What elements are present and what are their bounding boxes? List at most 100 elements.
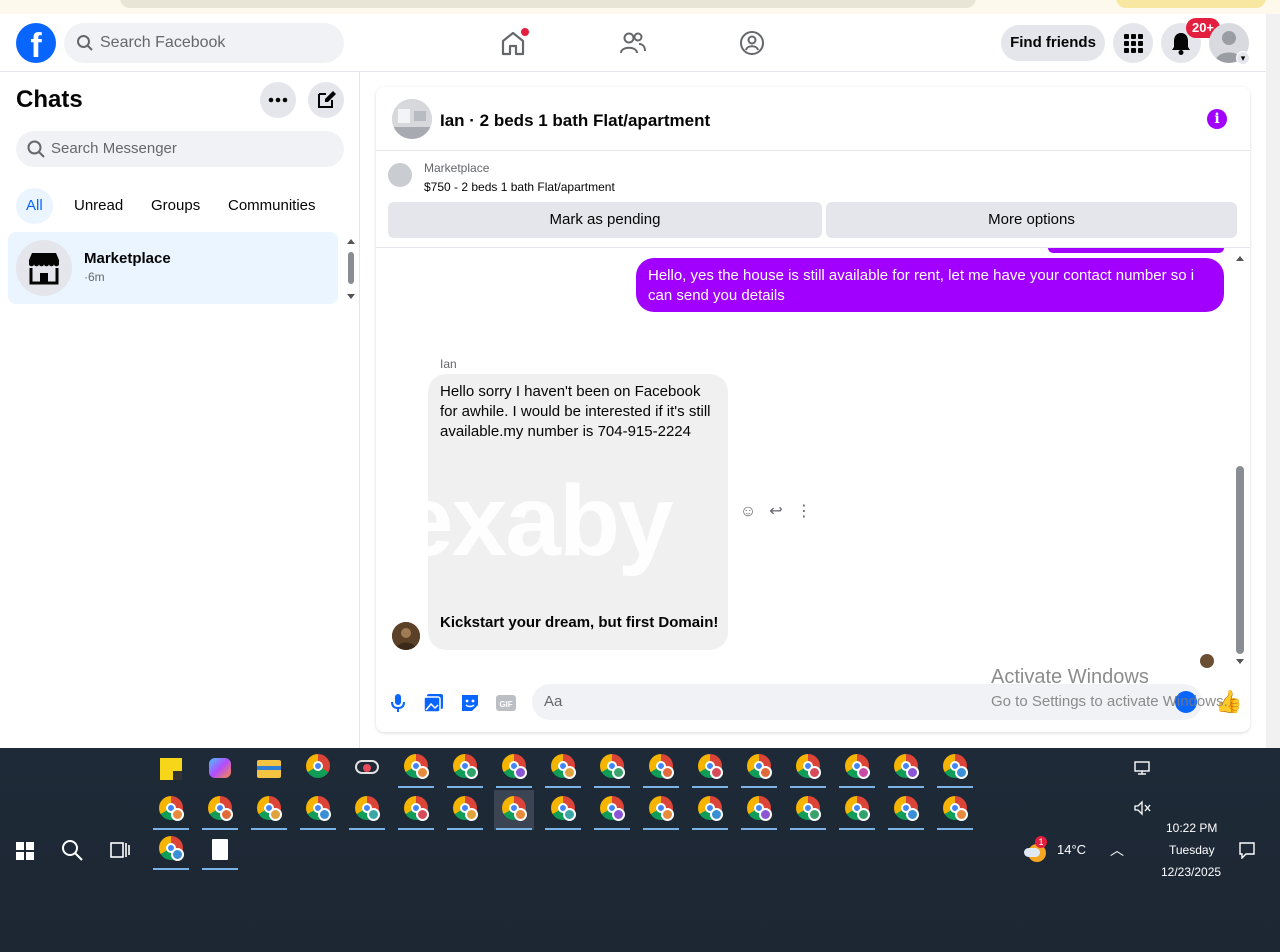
incoming-message-text: Hello sorry I haven't been on Facebook f… xyxy=(440,383,711,440)
chrome-icon xyxy=(159,796,184,821)
sender-avatar[interactable] xyxy=(392,622,420,650)
chrome-icon xyxy=(355,796,380,821)
clock-day[interactable]: Tuesday xyxy=(1169,843,1215,857)
sticker-icon[interactable] xyxy=(458,691,482,715)
sticky-notes-app[interactable] xyxy=(151,748,191,788)
weather-widget[interactable]: 1 xyxy=(1024,836,1048,862)
outgoing-message[interactable]: Hello, yes the house is still available … xyxy=(636,258,1224,312)
notification-center-icon[interactable] xyxy=(1238,841,1256,859)
gif-icon[interactable]: GIF xyxy=(494,691,518,715)
listing-thumbnail[interactable] xyxy=(392,99,432,139)
conversation-scrollbar[interactable] xyxy=(1233,248,1247,673)
chats-options-button[interactable] xyxy=(260,82,296,118)
conversation-title[interactable]: Ian · 2 beds 1 bath Flat/apartment xyxy=(440,111,710,131)
chrome-profile-window[interactable] xyxy=(298,790,338,830)
sidebar-scrollbar[interactable] xyxy=(344,234,358,304)
chrome-profile-window[interactable] xyxy=(739,790,779,830)
chrome-profile-window[interactable] xyxy=(249,790,289,830)
incoming-message[interactable]: Hello sorry I haven't been on Facebook f… xyxy=(428,374,728,650)
more-horizontal-icon xyxy=(268,97,288,103)
conversation-header: Ian · 2 beds 1 bath Flat/apartment i xyxy=(376,87,1250,151)
mark-as-pending-button[interactable]: Mark as pending xyxy=(388,202,822,238)
friends-icon[interactable] xyxy=(618,28,648,58)
facebook-logo-icon[interactable]: f xyxy=(16,23,56,63)
chrome-profile-window[interactable] xyxy=(494,748,534,788)
volume-muted-icon[interactable] xyxy=(1133,800,1151,816)
chrome-profile-window[interactable] xyxy=(543,790,583,830)
copilot-app[interactable] xyxy=(200,748,240,788)
chrome-icon xyxy=(404,754,429,779)
photo-icon[interactable] xyxy=(422,691,446,715)
chrome-profile-window[interactable] xyxy=(641,790,681,830)
clock-date[interactable]: 12/23/2025 xyxy=(1161,865,1221,879)
search-messenger-placeholder: Search Messenger xyxy=(51,140,177,157)
chrome-profile-window[interactable] xyxy=(690,790,730,830)
filter-unread[interactable]: Unread xyxy=(74,188,123,224)
chat-name: Marketplace xyxy=(84,250,171,267)
microphone-icon[interactable] xyxy=(386,691,410,715)
chrome-profile-window[interactable] xyxy=(494,790,534,830)
more-options-button[interactable]: More options xyxy=(826,202,1237,238)
chrome-icon xyxy=(845,796,870,821)
chrome-window[interactable] xyxy=(151,830,191,870)
chevron-down-icon[interactable]: ▾ xyxy=(1236,51,1250,65)
page-scrollbar[interactable] xyxy=(1266,14,1280,748)
new-message-button[interactable] xyxy=(308,82,344,118)
filter-groups[interactable]: Groups xyxy=(151,188,200,224)
chrome-profile-window[interactable] xyxy=(396,748,436,788)
file-explorer-app[interactable] xyxy=(249,748,289,788)
shop-icon xyxy=(29,253,59,285)
chrome-profile-window[interactable] xyxy=(641,748,681,788)
chrome-profile-window[interactable] xyxy=(739,748,779,788)
chrome-profile-window[interactable] xyxy=(592,748,632,788)
chrome-profile-window[interactable] xyxy=(445,790,485,830)
chrome-profile-window[interactable] xyxy=(837,748,877,788)
react-icon[interactable]: ☺ xyxy=(738,502,758,522)
filter-all[interactable]: All xyxy=(16,188,53,224)
clock-time[interactable]: 10:22 PM xyxy=(1166,821,1217,835)
reply-icon[interactable]: ↩ xyxy=(766,502,786,522)
chrome-profile-window[interactable] xyxy=(788,748,828,788)
task-view-icon[interactable] xyxy=(110,840,130,860)
weather-temperature[interactable]: 14°C xyxy=(1057,842,1086,857)
chrome-profile-window[interactable] xyxy=(592,790,632,830)
chat-list-item[interactable]: Marketplace ·6m xyxy=(8,232,338,304)
chrome-profile-window[interactable] xyxy=(151,790,191,830)
chrome-icon xyxy=(551,796,576,821)
chrome-profile-window[interactable] xyxy=(837,790,877,830)
find-friends-button[interactable]: Find friends xyxy=(1001,25,1105,61)
listing-title[interactable]: $750 - 2 beds 1 bath Flat/apartment xyxy=(424,180,615,194)
notepad-app[interactable] xyxy=(200,830,240,870)
search-messenger-input[interactable]: Search Messenger xyxy=(16,131,344,167)
windows-activation-watermark: Activate Windows Go to Settings to activ… xyxy=(991,666,1228,710)
search-icon[interactable] xyxy=(60,838,84,862)
snipping-tool-app[interactable] xyxy=(347,748,387,788)
filter-communities[interactable]: Communities xyxy=(228,188,316,224)
menu-button[interactable] xyxy=(1113,23,1153,63)
windows-start-icon[interactable] xyxy=(16,842,34,860)
chrome-icon xyxy=(600,754,625,779)
chrome-profile-window[interactable] xyxy=(935,790,975,830)
search-facebook-input[interactable]: Search Facebook xyxy=(64,23,344,63)
chrome-profile-window[interactable] xyxy=(200,790,240,830)
browser-toolbar-button[interactable] xyxy=(1116,0,1266,8)
groups-icon[interactable] xyxy=(737,28,767,58)
info-icon[interactable]: i xyxy=(1207,109,1227,129)
chrome-profile-window[interactable] xyxy=(690,748,730,788)
chrome-profile-window[interactable] xyxy=(543,748,583,788)
chrome-profile-window[interactable] xyxy=(886,748,926,788)
chrome-app[interactable] xyxy=(298,748,338,788)
chrome-profile-window[interactable] xyxy=(347,790,387,830)
more-vertical-icon[interactable]: ⋮ xyxy=(794,502,814,522)
chrome-profile-window[interactable] xyxy=(445,748,485,788)
chrome-profile-window[interactable] xyxy=(396,790,436,830)
network-icon[interactable] xyxy=(1133,760,1151,776)
message-list: Hello, yes the house is still available … xyxy=(376,248,1250,673)
chrome-profile-window[interactable] xyxy=(886,790,926,830)
grid-menu-icon xyxy=(1124,34,1143,53)
chevron-up-icon[interactable]: ︿ xyxy=(1110,840,1124,860)
address-bar[interactable] xyxy=(120,0,976,8)
chrome-profile-window[interactable] xyxy=(935,748,975,788)
chrome-profile-window[interactable] xyxy=(788,790,828,830)
chrome-icon xyxy=(796,796,821,821)
